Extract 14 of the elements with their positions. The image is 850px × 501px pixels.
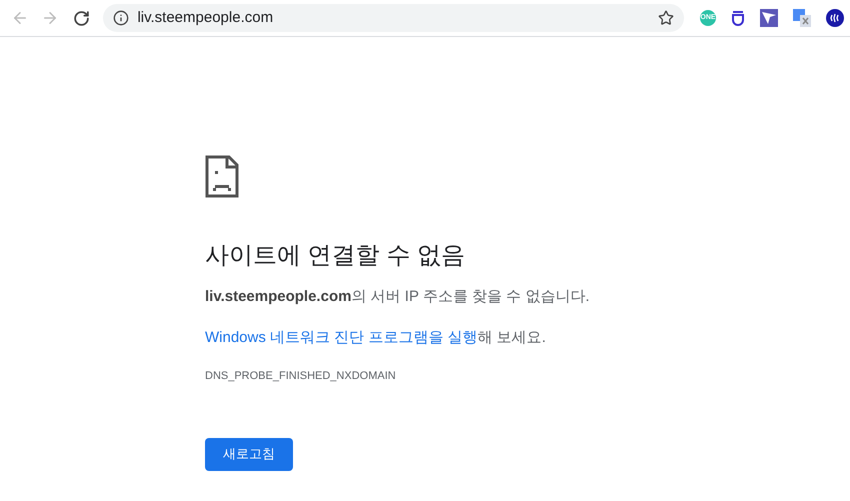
suggestion-text: Windows 네트워크 진단 프로그램을 실행해 보세요. bbox=[205, 328, 547, 348]
error-message: liv.steempeople.com의 서버 IP 주소를 찾을 수 없습니다. bbox=[205, 287, 591, 307]
reload-icon bbox=[73, 10, 90, 26]
url-text: liv.steempeople.com bbox=[137, 8, 274, 28]
error-code: DNS_PROBE_FINISHED_NXDOMAIN bbox=[205, 369, 397, 384]
bookmark-star-icon[interactable] bbox=[658, 10, 674, 26]
info-icon[interactable] bbox=[113, 10, 130, 26]
reload-page-button[interactable]: 새로고침 bbox=[205, 438, 293, 470]
shield-icon[interactable] bbox=[731, 10, 745, 26]
address-bar[interactable]: liv.steempeople.com bbox=[103, 4, 684, 32]
error-title: 사이트에 연결할 수 없음 bbox=[205, 241, 466, 271]
diagnostics-link[interactable]: Windows 네트워크 진단 프로그램을 실행 bbox=[205, 328, 478, 346]
paper-plane-icon[interactable] bbox=[760, 9, 778, 27]
sad-page-icon bbox=[205, 155, 239, 198]
